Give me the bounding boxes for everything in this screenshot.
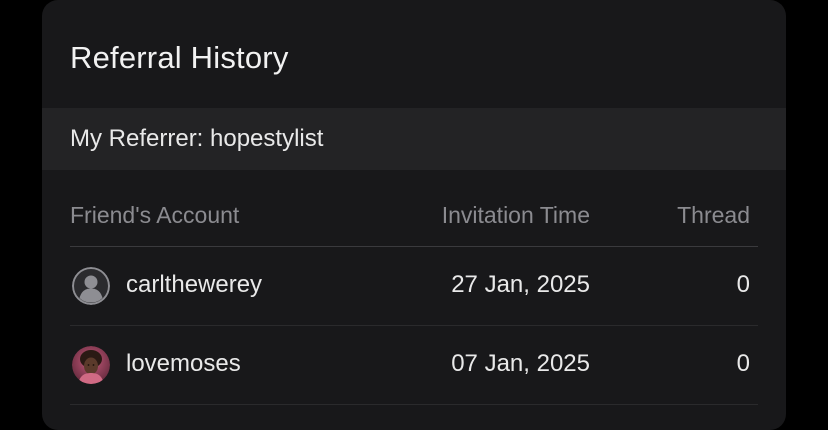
friend-username: lovemoses (126, 350, 241, 377)
table-row: lovemoses 07 Jan, 2025 0 (70, 326, 758, 405)
table-header: Friend's Account Invitation Time Thread (70, 170, 758, 247)
thread-count: 0 (736, 271, 750, 298)
default-user-icon (72, 267, 110, 305)
referrer-bar: My Referrer: hopestylist (42, 108, 786, 170)
column-header-account: Friend's Account (70, 202, 240, 228)
referrer-label: My Referrer: hopestylist (70, 125, 324, 152)
card-title: Referral History (70, 40, 289, 75)
referral-history-card: Referral History My Referrer: hopestylis… (42, 0, 786, 430)
referral-table: Friend's Account Invitation Time Thread … (70, 170, 758, 405)
column-header-invitation-time: Invitation Time (441, 202, 590, 228)
column-header-thread: Thread (677, 202, 750, 228)
invitation-time: 07 Jan, 2025 (451, 350, 590, 377)
table-row: carlthewerey 27 Jan, 2025 0 (70, 247, 758, 326)
thread-count: 0 (736, 350, 750, 377)
friend-username: carlthewerey (126, 271, 263, 298)
invitation-time: 27 Jan, 2025 (451, 271, 590, 298)
user-photo-avatar (72, 346, 110, 384)
